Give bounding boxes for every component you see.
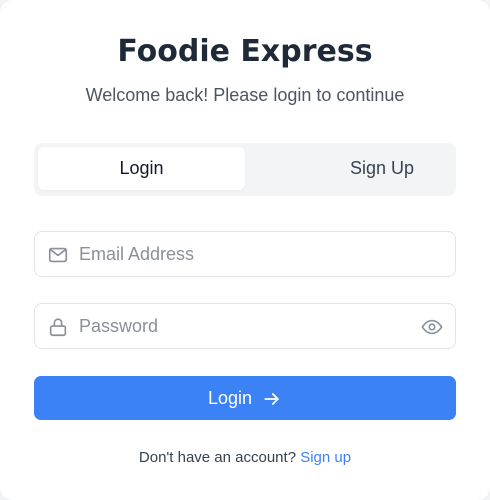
email-input[interactable] — [79, 232, 409, 276]
mail-icon — [47, 244, 69, 266]
signup-prompt-text: Don't have an account? — [138, 449, 297, 466]
email-field — [34, 231, 456, 277]
login-button-label: Login — [207, 387, 253, 408]
password-field — [34, 303, 456, 349]
eye-icon[interactable] — [421, 316, 443, 338]
login-card: Foodie Express Welcome back! Please logi… — [0, 0, 490, 500]
app-title: Foodie Express — [117, 34, 373, 69]
password-input[interactable] — [79, 304, 409, 348]
welcome-subtitle: Welcome back! Please login to continue — [85, 85, 405, 105]
auth-tabs: Login Sign Up — [34, 143, 456, 196]
tab-sign-up[interactable]: Sign Up — [278, 147, 486, 190]
tab-login[interactable]: Login — [38, 147, 245, 190]
login-button[interactable]: Login — [34, 376, 456, 420]
sign-up-link[interactable]: Sign up — [300, 449, 351, 466]
arrow-right-icon — [262, 389, 282, 409]
lock-icon — [47, 316, 69, 338]
signup-prompt: Don't have an account? Sign up — [0, 449, 490, 466]
